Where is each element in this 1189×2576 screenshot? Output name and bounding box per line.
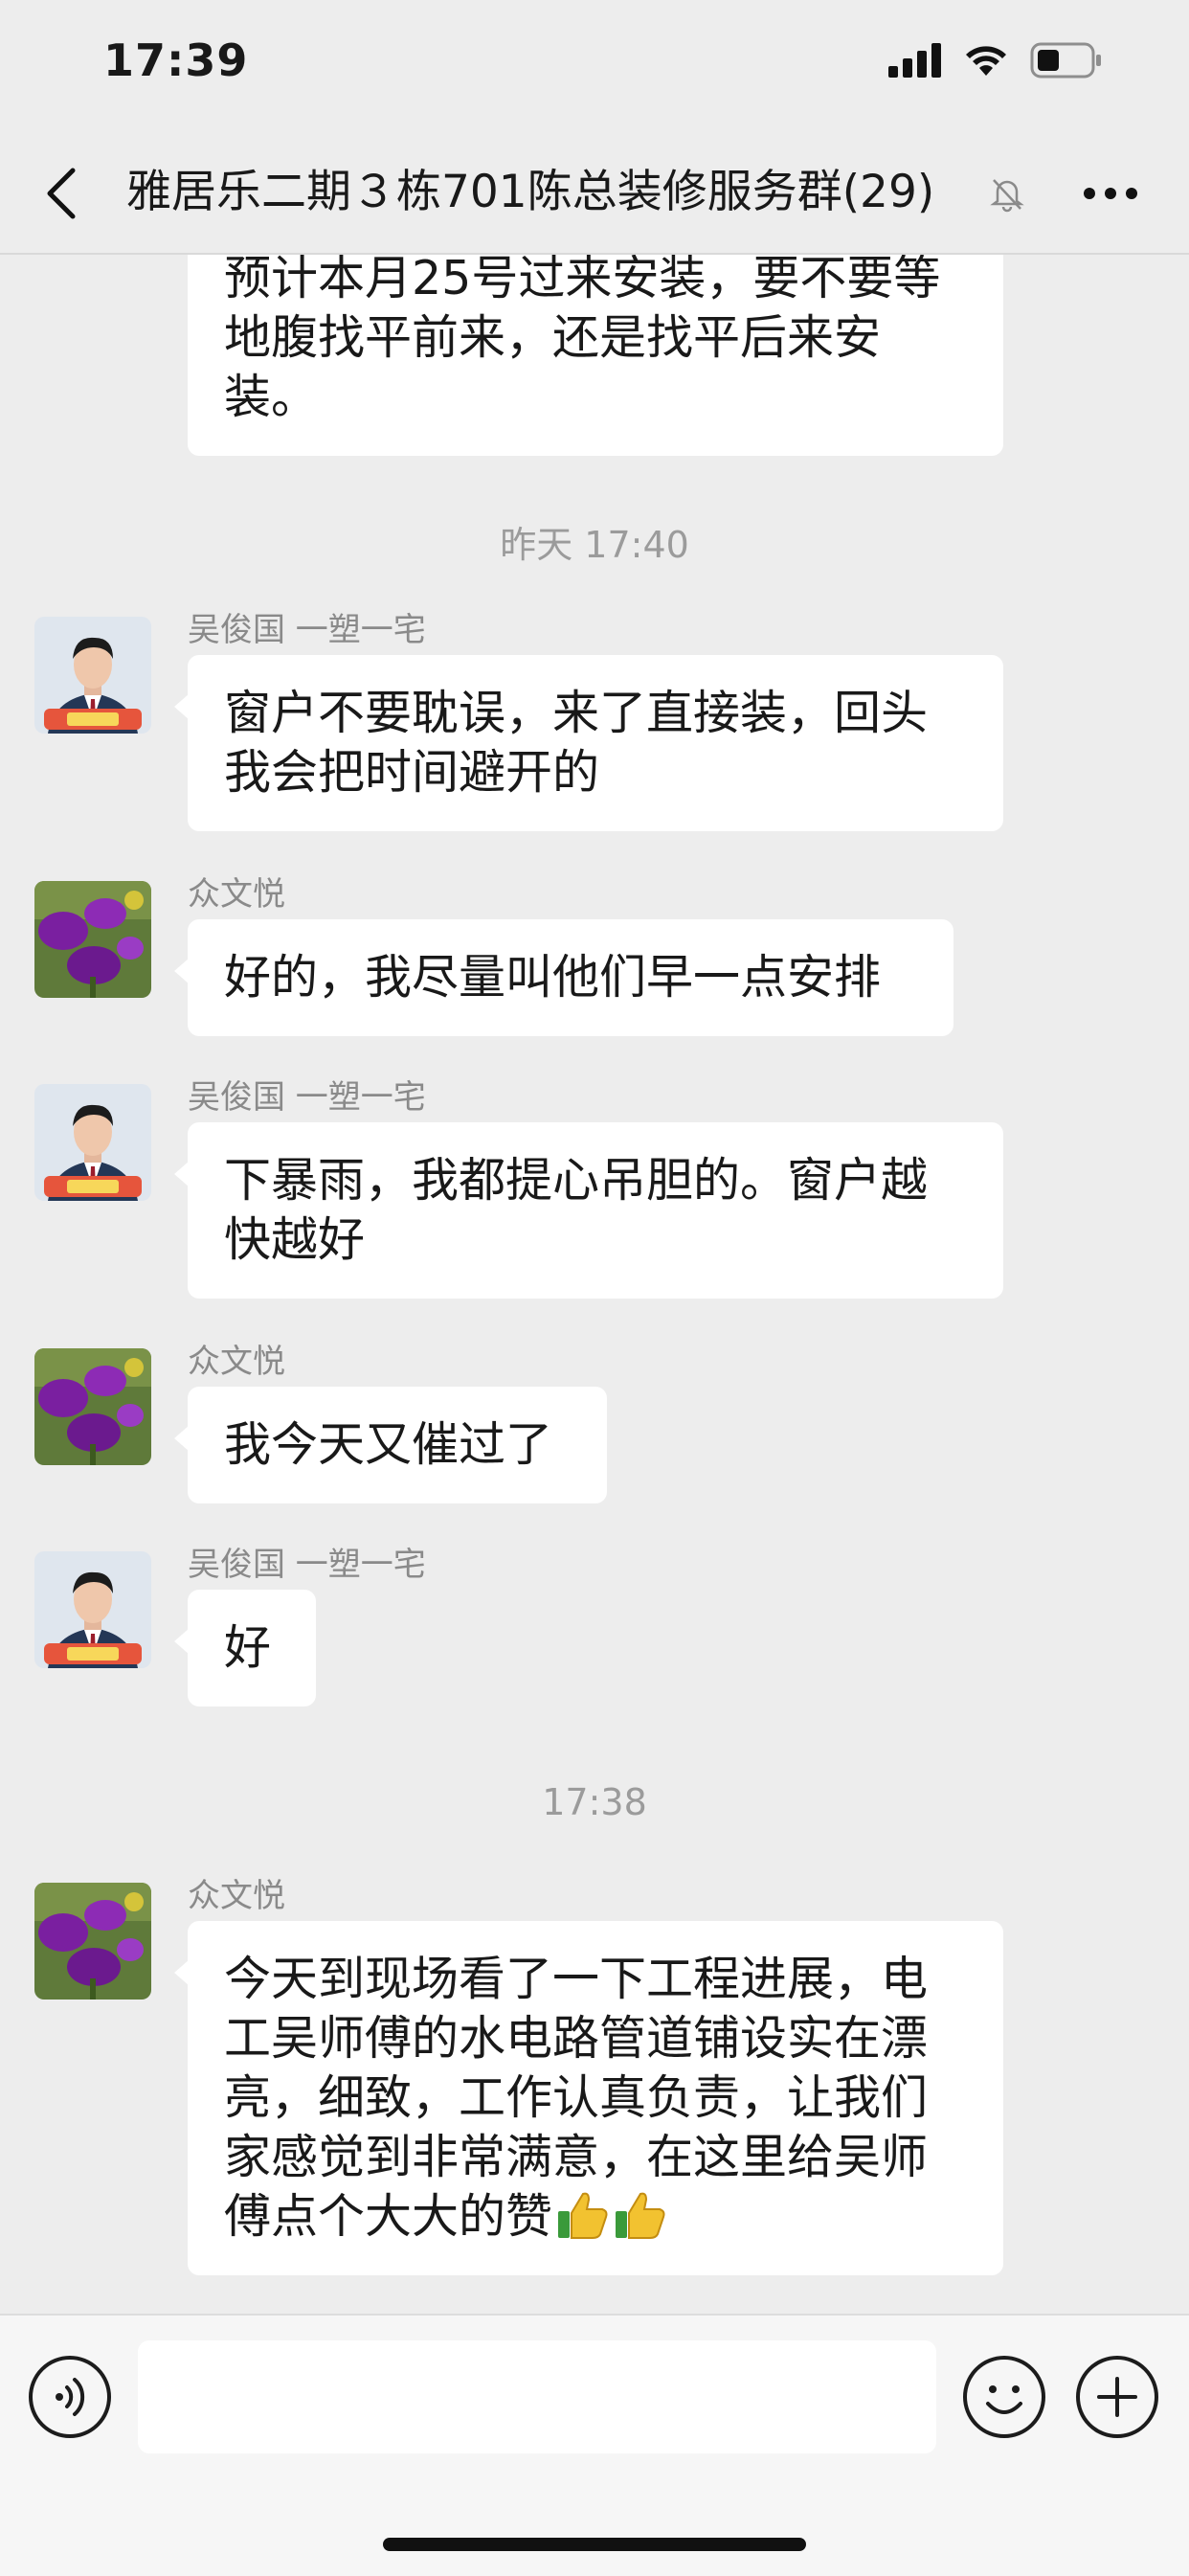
sender-name: 众文悦 xyxy=(188,1343,285,1381)
flower-avatar-icon xyxy=(34,1348,151,1465)
chat-title: 雅居乐二期３栋701陈总装修服务群(29) xyxy=(126,161,978,224)
message-input[interactable] xyxy=(138,2340,936,2453)
sender-name: 吴俊国 一塑一宅 xyxy=(188,1546,426,1584)
message-bubble[interactable]: 好的，我尽量叫他们早一点安排 xyxy=(174,919,953,1036)
status-time: 17:39 xyxy=(103,34,249,86)
plus-icon xyxy=(1097,2377,1137,2417)
message-text: 好 xyxy=(224,1620,272,1675)
thumbs-up-icon xyxy=(616,2192,665,2239)
message-bubble[interactable]: 窗户不要耽误，来了直接装，回头我会把时间避开的 xyxy=(174,655,1003,831)
message-bubble[interactable]: 我今天又催过了 xyxy=(174,1387,607,1503)
man-avatar-icon xyxy=(34,1551,151,1668)
sender-name: 众文悦 xyxy=(188,1877,285,1915)
man-avatar-icon xyxy=(34,1084,151,1201)
message-text: 下暴雨，我都提心吊胆的。窗户越快越好 xyxy=(224,1153,929,1267)
message-bubble[interactable]: 好 xyxy=(174,1590,316,1706)
group-name: 雅居乐二期３栋701陈总装修服务群 xyxy=(126,166,842,218)
sender-name: 众文悦 xyxy=(188,875,285,914)
input-bar xyxy=(0,2314,1189,2576)
status-icons xyxy=(888,42,1103,79)
voice-icon xyxy=(56,2378,85,2416)
signal-icon xyxy=(888,43,941,78)
chat-header: 雅居乐二期３栋701陈总装修服务群(29) xyxy=(0,134,1189,255)
sender-name: 吴俊国 一塑一宅 xyxy=(188,611,426,649)
chat-area[interactable]: 预计本月25号过来安装，要不要等地腹找平前来，还是找平后来安装。 昨天 17:4… xyxy=(0,255,1189,2314)
man-avatar-icon xyxy=(34,617,151,734)
wifi-icon xyxy=(966,46,1006,76)
timestamp: 17:38 xyxy=(542,1781,647,1823)
avatar[interactable] xyxy=(34,1883,151,2000)
message-bubble[interactable]: 下暴雨，我都提心吊胆的。窗户越快越好 xyxy=(174,1122,1003,1299)
back-icon[interactable] xyxy=(42,165,80,222)
message-bubble[interactable]: 今天到现场看了一下工程进展，电工吴师傅的水电路管道铺设实在漂亮，细致，工作认真负… xyxy=(174,1921,1003,2275)
message-text: 预计本月25号过来安装，要不要等地腹找平前来，还是找平后来安装。 xyxy=(224,255,941,424)
flower-avatar-icon xyxy=(34,1883,151,2000)
battery-icon xyxy=(1030,42,1101,79)
avatar[interactable] xyxy=(34,881,151,998)
avatar[interactable] xyxy=(34,1551,151,1668)
emoji-button[interactable] xyxy=(963,2356,1045,2438)
message-text: 好的，我尽量叫他们早一点安排 xyxy=(224,950,882,1005)
avatar[interactable] xyxy=(34,1348,151,1465)
message-bubble[interactable]: 预计本月25号过来安装，要不要等地腹找平前来，还是找平后来安装。 xyxy=(188,255,1003,456)
home-indicator xyxy=(383,2538,806,2551)
message-text: 窗户不要耽误，来了直接装，回头我会把时间避开的 xyxy=(224,686,929,800)
sender-name: 吴俊国 一塑一宅 xyxy=(188,1078,426,1117)
message-text: 我今天又催过了 xyxy=(224,1417,553,1472)
mute-bell-icon xyxy=(990,179,1024,213)
more-functions-button[interactable] xyxy=(1076,2356,1158,2438)
more-options-icon[interactable] xyxy=(1082,186,1139,201)
flower-avatar-icon xyxy=(34,881,151,998)
avatar[interactable] xyxy=(34,617,151,734)
avatar[interactable] xyxy=(34,1084,151,1201)
voice-input-button[interactable] xyxy=(29,2356,111,2438)
status-bar: 17:39 xyxy=(0,0,1189,134)
smiley-icon xyxy=(986,2385,1022,2414)
thumbs-up-icon xyxy=(558,2192,608,2239)
member-count: (29) xyxy=(841,166,935,218)
timestamp: 昨天 17:40 xyxy=(500,524,689,566)
